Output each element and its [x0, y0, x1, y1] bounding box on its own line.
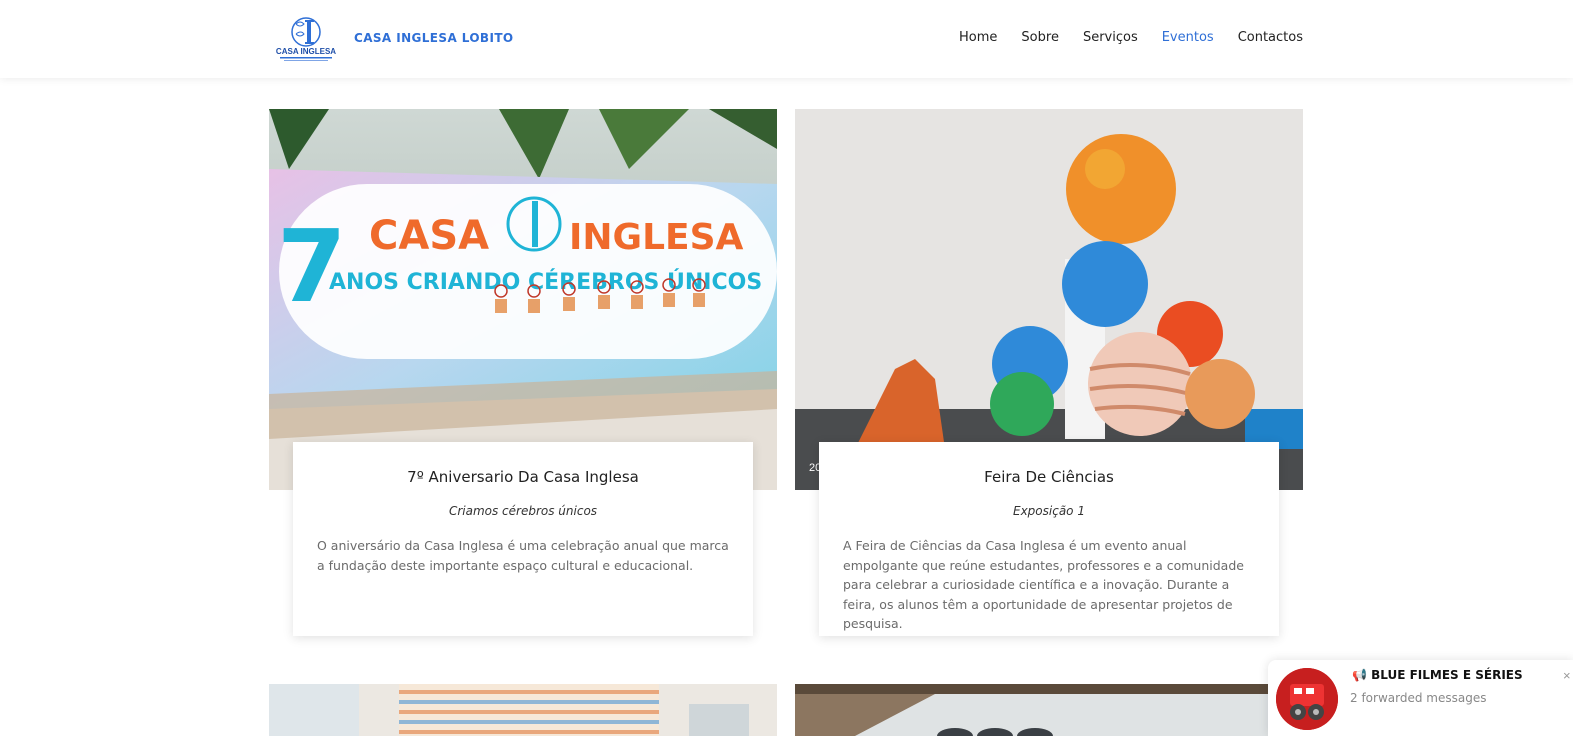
close-icon[interactable]: ×	[1563, 668, 1571, 683]
logo-text: CASA INGLESA	[276, 47, 336, 56]
event-card-body: 7º Aniversario Da Casa Inglesa Criamos c…	[293, 442, 753, 636]
nav-home[interactable]: Home	[959, 30, 997, 45]
event-description: A Feira de Ciências da Casa Inglesa é um…	[843, 538, 1244, 631]
notification-popup[interactable]: 📢 BLUE FILMES E SÉRIES 2 forwarded messa…	[1268, 660, 1573, 736]
event-title[interactable]: Feira De Ciências	[843, 468, 1255, 486]
event-image-anniversary[interactable]: 7 CASA INGLESA ANOS CRIANDO CÉREBROS ÚNI…	[269, 109, 777, 490]
banner-casa: CASA	[369, 213, 489, 259]
nav-contactos[interactable]: Contactos	[1238, 30, 1303, 45]
nav-sobre[interactable]: Sobre	[1021, 30, 1059, 45]
logo[interactable]: CASA INGLESA	[274, 16, 338, 62]
event-image-partial[interactable]	[269, 684, 777, 736]
notification-title: 📢 BLUE FILMES E SÉRIES	[1352, 668, 1523, 682]
event-subtitle: Criamos cérebros únicos	[448, 504, 598, 518]
event-image-science-fair[interactable]: 20	[795, 109, 1303, 490]
banner-number: 7	[277, 208, 347, 325]
main-nav: Home Sobre Serviços Eventos Contactos	[959, 30, 1303, 45]
site-header: CASA INGLESA CASA INGLESA LOBITO Home So…	[0, 0, 1573, 78]
event-subtitle: Exposição 1	[1013, 504, 1085, 518]
brand-name[interactable]: CASA INGLESA LOBITO	[354, 31, 514, 45]
banner-inglesa: INGLESA	[569, 217, 744, 258]
event-title[interactable]: 7º Aniversario Da Casa Inglesa	[317, 468, 729, 486]
notification-subtitle: 2 forwarded messages	[1350, 691, 1487, 705]
event-card-body: Feira De Ciências Exposição 1 A Feira de…	[819, 442, 1279, 636]
event-description: O aniversário da Casa Inglesa é uma cele…	[317, 538, 729, 573]
channel-avatar	[1276, 668, 1338, 730]
nav-servicos[interactable]: Serviços	[1083, 30, 1138, 45]
event-image-partial[interactable]	[795, 684, 1303, 736]
nav-eventos[interactable]: Eventos	[1162, 30, 1214, 45]
